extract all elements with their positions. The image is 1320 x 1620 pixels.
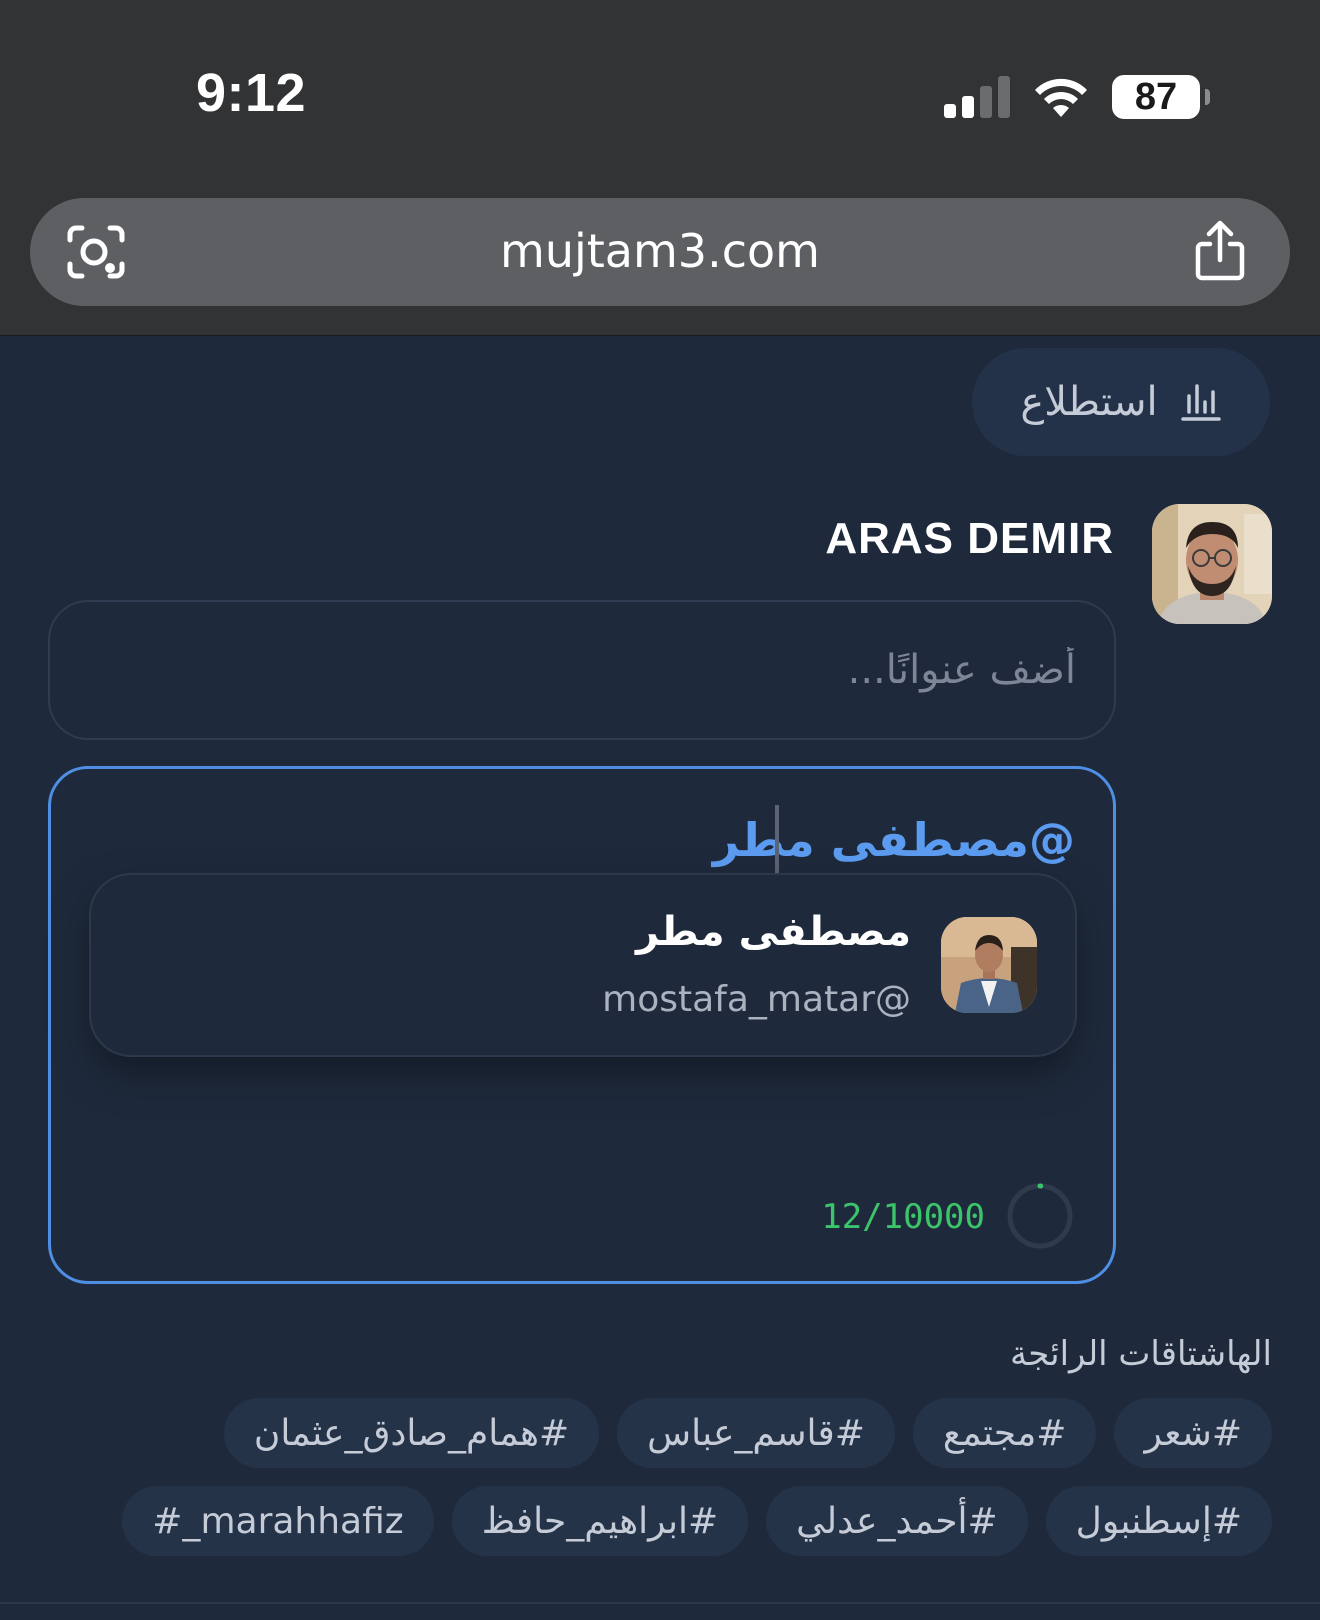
url-text[interactable]: mujtam3.com	[30, 224, 1290, 278]
mention-text[interactable]: @مصطفى مطر	[713, 813, 1075, 867]
poll-label: استطلاع	[1020, 379, 1158, 425]
hashtag-chip[interactable]: #إسطنبول	[1045, 1486, 1272, 1556]
author-avatar	[1152, 504, 1272, 624]
battery-icon: 87	[1112, 75, 1210, 119]
cellular-signal-icon	[944, 76, 1010, 118]
hashtag-row: #شعر #مجتمع #قاسم_عباس #همام_صادق_عثمان	[212, 1398, 1272, 1468]
trending-hashtags-title: الهاشتاقات الرائجة	[1009, 1334, 1272, 1374]
address-bar[interactable]: mujtam3.com	[30, 198, 1290, 306]
poll-button[interactable]: استطلاع	[972, 348, 1270, 456]
hashtag-chip[interactable]: #قاسم_عباس	[617, 1398, 895, 1468]
bar-chart-icon	[1180, 384, 1221, 421]
hashtag-row: #إسطنبول #أحمد_عدلي #ابراهيم_حافظ marahh…	[122, 1486, 1272, 1556]
text-caret	[775, 805, 779, 877]
divider	[0, 1602, 1320, 1604]
author-name: ARAS DEMIR	[825, 514, 1114, 563]
wifi-icon	[1035, 78, 1087, 117]
mention-suggestion[interactable]: مصطفى مطر mostafa_matar@	[89, 873, 1077, 1057]
hashtag-chip[interactable]: marahhafiz_#	[122, 1486, 434, 1556]
character-counter: 12/10000	[821, 1197, 985, 1237]
browser-chrome: 9:12 87 mujtam3.com	[0, 0, 1320, 336]
suggestion-avatar	[941, 917, 1037, 1013]
hashtag-chip[interactable]: #همام_صادق_عثمان	[223, 1398, 600, 1468]
suggestion-name: مصطفى مطر	[636, 909, 911, 955]
trending-hashtags: #شعر #مجتمع #قاسم_عباس #همام_صادق_عثمان …	[122, 1398, 1272, 1574]
suggestion-handle: mostafa_matar@	[602, 979, 911, 1020]
character-progress-ring	[1007, 1183, 1073, 1249]
hashtag-chip[interactable]: #مجتمع	[912, 1398, 1097, 1468]
hashtag-chip[interactable]: #ابراهيم_حافظ	[451, 1486, 749, 1556]
battery-level: 87	[1134, 75, 1178, 118]
title-input[interactable]	[48, 600, 1116, 740]
hashtag-chip[interactable]: #أحمد_عدلي	[766, 1486, 1028, 1556]
hashtag-chip[interactable]: #شعر	[1114, 1398, 1272, 1468]
post-body-editor[interactable]: @مصطفى مطر مصطفى مطر mostafa_matar@ 12/1…	[48, 766, 1116, 1284]
share-icon[interactable]	[1192, 220, 1248, 282]
status-time: 9:12	[196, 63, 307, 123]
status-icons: 87	[944, 74, 1210, 120]
